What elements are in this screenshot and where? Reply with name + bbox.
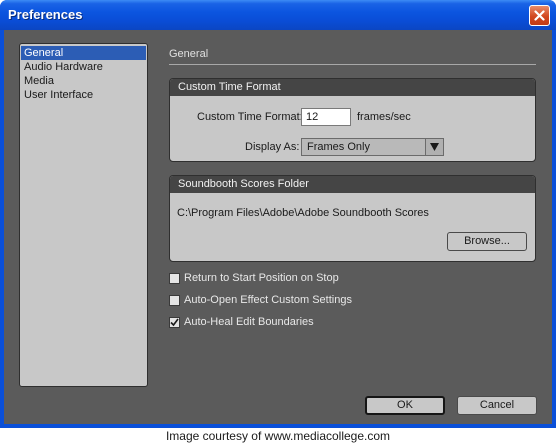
sidebar-item-user-interface[interactable]: User Interface — [21, 88, 146, 102]
dropdown-arrow-icon[interactable] — [425, 139, 443, 155]
custom-time-format-label: Custom Time Format: — [197, 111, 303, 123]
scores-folder-header: Soundbooth Scores Folder — [170, 176, 535, 193]
scores-folder-panel: Soundbooth Scores Folder C:\Program File… — [169, 175, 536, 262]
sidebar-item-media[interactable]: Media — [21, 74, 146, 88]
auto-open-effect-label: Auto-Open Effect Custom Settings — [184, 294, 352, 306]
close-button[interactable] — [529, 5, 550, 26]
section-divider — [169, 64, 536, 65]
auto-heal-checkbox[interactable] — [169, 317, 180, 328]
browse-button[interactable]: Browse... — [447, 232, 527, 251]
display-as-dropdown[interactable]: Frames Only — [301, 138, 444, 156]
return-to-start-label: Return to Start Position on Stop — [184, 272, 339, 284]
close-icon — [534, 10, 545, 21]
ok-button[interactable]: OK — [365, 396, 445, 415]
cancel-button[interactable]: Cancel — [457, 396, 537, 415]
dialog-body: General Audio Hardware Media User Interf… — [4, 30, 552, 424]
scores-folder-path: C:\Program Files\Adobe\Adobe Soundbooth … — [177, 207, 429, 219]
return-to-start-checkbox[interactable] — [169, 273, 180, 284]
image-credit: Image courtesy of www.mediacollege.com — [165, 429, 391, 443]
sidebar-item-general[interactable]: General — [21, 46, 146, 60]
custom-time-format-input[interactable]: 12 — [301, 108, 351, 126]
display-as-label: Display As: — [245, 141, 300, 153]
custom-time-format-header: Custom Time Format — [170, 79, 535, 96]
preferences-window: Preferences General Audio Hardware Media… — [0, 0, 556, 428]
title-bar[interactable]: Preferences — [0, 0, 556, 30]
auto-heal-label: Auto-Heal Edit Boundaries — [184, 316, 314, 328]
category-list: General Audio Hardware Media User Interf… — [19, 43, 148, 387]
sidebar-item-audio-hardware[interactable]: Audio Hardware — [21, 60, 146, 74]
section-title: General — [169, 48, 209, 60]
auto-open-effect-checkbox[interactable] — [169, 295, 180, 306]
frames-per-sec-unit: frames/sec — [357, 111, 411, 123]
checkmark-icon — [170, 318, 179, 327]
window-title: Preferences — [8, 7, 83, 22]
display-as-value: Frames Only — [307, 141, 370, 153]
custom-time-format-panel: Custom Time Format Custom Time Format: 1… — [169, 78, 536, 162]
